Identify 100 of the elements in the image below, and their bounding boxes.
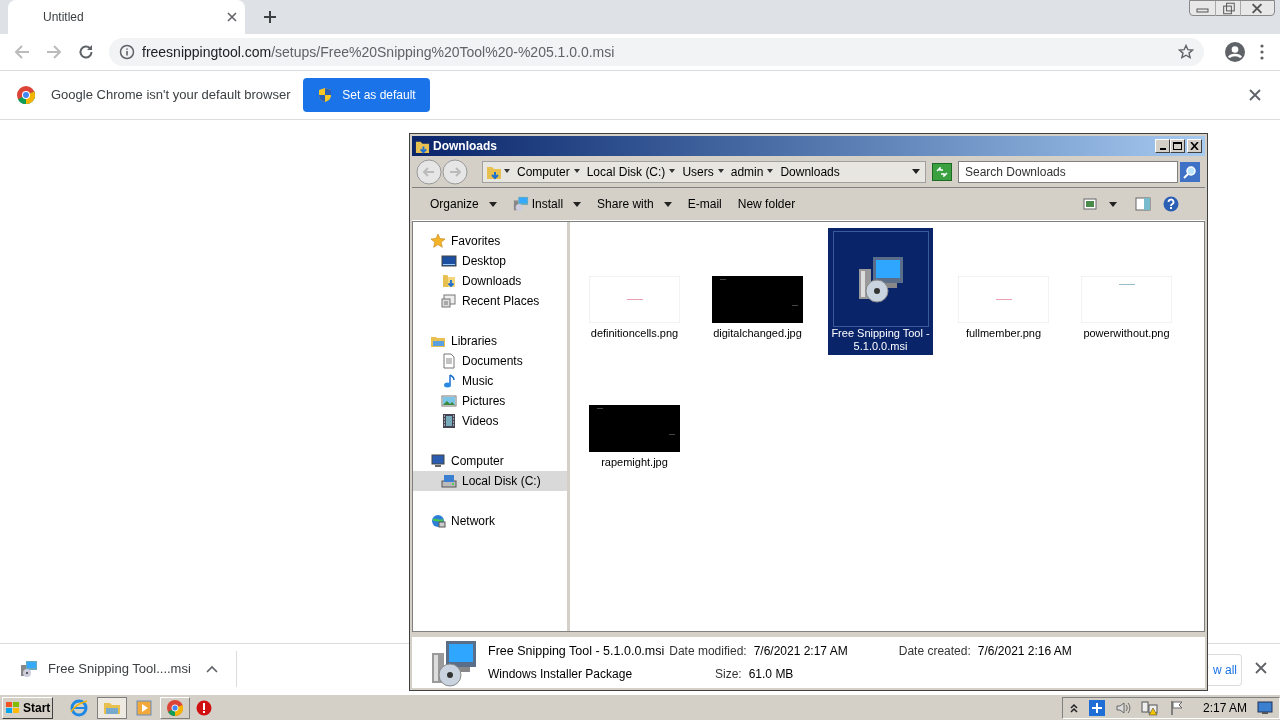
- chevron-down-icon[interactable]: [571, 169, 583, 174]
- nav-item[interactable]: Network: [413, 511, 567, 531]
- monitor-icon: [430, 453, 446, 469]
- close-icon[interactable]: [1255, 662, 1267, 674]
- chrome-taskbar-icon[interactable]: [160, 696, 190, 719]
- browser-tab[interactable]: Untitled: [8, 0, 245, 34]
- account-icon[interactable]: [1225, 42, 1245, 62]
- info-icon: [119, 44, 135, 60]
- maximize-button[interactable]: [1170, 139, 1185, 153]
- download-item[interactable]: Free Snipping Tool....msi: [0, 651, 237, 687]
- nav-item[interactable]: Libraries: [413, 331, 567, 351]
- nav-item[interactable]: Pictures: [413, 391, 567, 411]
- size-value: 61.0 MB: [748, 665, 794, 683]
- view-icon[interactable]: [1083, 198, 1097, 210]
- nav-item[interactable]: Computer: [413, 451, 567, 471]
- toolbar-button[interactable]: Install: [506, 192, 588, 216]
- file-item[interactable]: fullmember.png: [951, 228, 1056, 355]
- folder-icon: [441, 273, 457, 289]
- toolbar-button[interactable]: New folder: [731, 192, 802, 216]
- stop-sign-icon[interactable]: [196, 699, 212, 716]
- file-type: Windows Installer Package: [488, 665, 634, 683]
- toolbar-button[interactable]: Organize: [424, 192, 503, 216]
- set-as-default-button[interactable]: Set as default: [303, 78, 431, 112]
- file-item[interactable]: Free Snipping Tool - 5.1.0.0.msi: [828, 228, 933, 355]
- help-icon[interactable]: [1163, 196, 1179, 212]
- nav-item[interactable]: Favorites: [413, 231, 567, 251]
- download-file-name: Free Snipping Tool....msi: [48, 660, 192, 679]
- close-icon[interactable]: [1249, 89, 1261, 101]
- nav-item[interactable]: Local Disk (C:): [413, 471, 567, 491]
- installer-icon: [20, 660, 38, 678]
- toolbar-button[interactable]: Share with: [591, 192, 678, 216]
- nav-item[interactable]: Videos: [413, 411, 567, 431]
- window-stack-icon: [441, 293, 457, 309]
- default-browser-message: Google Chrome isn't your default browser: [51, 86, 291, 105]
- star-icon: [430, 233, 446, 249]
- menu-icon[interactable]: [1260, 44, 1264, 60]
- minimize-button[interactable]: [1155, 139, 1170, 153]
- new-tab-icon[interactable]: [263, 10, 277, 24]
- dropdown-icon[interactable]: [912, 169, 920, 174]
- file-item[interactable]: rapemight.jpg: [582, 357, 687, 471]
- search-field[interactable]: Search Downloads: [958, 160, 1178, 183]
- media-player-icon[interactable]: [136, 699, 152, 716]
- refresh-icon[interactable]: [936, 166, 948, 177]
- chevron-up-icon[interactable]: [1068, 701, 1079, 714]
- nav-item[interactable]: Documents: [413, 351, 567, 371]
- file-item[interactable]: definitioncells.png: [582, 228, 687, 355]
- dropdown-icon: [573, 201, 582, 207]
- network-warning-icon[interactable]: [1140, 699, 1159, 716]
- date-modified-label: Date modified:: [669, 643, 747, 661]
- close-icon[interactable]: [227, 12, 237, 22]
- close-button[interactable]: [1187, 139, 1202, 153]
- shield-icon: [318, 87, 333, 103]
- music-note-icon: [441, 373, 457, 389]
- nav-item[interactable]: Downloads: [413, 271, 567, 291]
- breadcrumb-item[interactable]: admin: [730, 162, 764, 181]
- nav-item[interactable]: Music: [413, 371, 567, 391]
- reload-icon[interactable]: [77, 43, 95, 61]
- file-item[interactable]: powerwithout.png: [1074, 228, 1179, 355]
- file-item[interactable]: digitalchanged.jpg: [705, 228, 810, 355]
- toolbar-button[interactable]: E-mail: [681, 192, 728, 216]
- breadcrumb-item[interactable]: Downloads: [780, 162, 840, 181]
- breadcrumb-item[interactable]: Users: [682, 162, 714, 181]
- globe-icon: [430, 513, 446, 529]
- film-icon: [441, 413, 457, 429]
- folder-taskbar-icon[interactable]: [97, 696, 127, 719]
- desktop-icon: [441, 253, 457, 269]
- size-label: Size:: [715, 665, 742, 683]
- address-bar[interactable]: freesnippingtool.com/setups/Free%20Snipping%20Tool%20-%205.1.0.0.msi: [109, 38, 1204, 66]
- caret-icon[interactable]: [206, 665, 218, 673]
- dropdown-icon[interactable]: [1109, 201, 1117, 207]
- installer-icon: [856, 255, 905, 303]
- nav-item[interactable]: Recent Places: [413, 291, 567, 311]
- date-modified-value: 7/6/2021 2:17 AM: [753, 643, 848, 661]
- installer-icon: [430, 638, 478, 687]
- chevron-down-icon[interactable]: [715, 169, 727, 174]
- search-button[interactable]: [1180, 161, 1200, 182]
- dropdown-icon: [488, 201, 497, 207]
- preview-pane-icon[interactable]: [1135, 197, 1151, 211]
- flag-icon[interactable]: [1168, 699, 1185, 716]
- window-title: Downloads: [433, 138, 497, 155]
- url-path: /setups/Free%20Snipping%20Tool%20-%205.1.0.0.msi: [271, 43, 615, 60]
- document-icon: [441, 353, 457, 369]
- star-icon[interactable]: [1178, 44, 1194, 60]
- address-field[interactable]: Computer Local Disk (C:) Users admin Downloads: [482, 160, 926, 183]
- url-host: freesnippingtool.com: [142, 43, 272, 60]
- plus-icon[interactable]: [1088, 699, 1105, 716]
- start-button[interactable]: Start: [2, 696, 53, 719]
- file-name: Free Snipping Tool - 5.1.0.0.msi: [488, 643, 665, 661]
- speaker-icon[interactable]: [1114, 699, 1131, 716]
- windows-logo-icon: [5, 700, 21, 715]
- breadcrumb-item[interactable]: Local Disk (C:): [586, 162, 666, 181]
- chevron-down-icon[interactable]: [502, 169, 513, 174]
- chrome-logo-icon: [17, 86, 35, 104]
- breadcrumb-item[interactable]: Computer: [517, 162, 570, 181]
- installer-icon: [512, 196, 529, 212]
- dropdown-icon: [663, 201, 672, 207]
- nav-item[interactable]: Desktop: [413, 251, 567, 271]
- picture-icon: [441, 393, 457, 409]
- show-desktop-icon[interactable]: [1257, 700, 1273, 715]
- date-created-value: 7/6/2021 2:16 AM: [977, 643, 1072, 661]
